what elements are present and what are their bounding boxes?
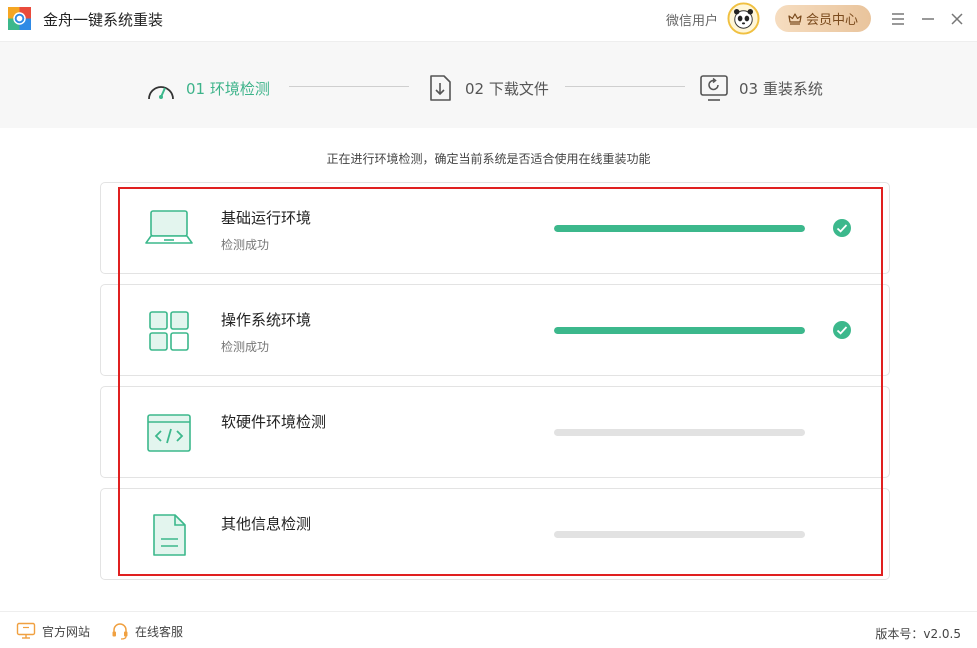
check-title: 操作系统环境 [221,311,312,329]
check-title: 基础运行环境 [221,209,312,227]
vip-center-label: 会员中心 [805,13,858,28]
footer: 官方网站 在线客服 版本号：v2.0.5 [0,611,977,648]
check-success-icon [833,219,851,237]
step-label: 03 重装系统 [739,79,823,98]
crown-icon [788,12,802,25]
close-icon[interactable] [947,9,967,29]
vip-center-button[interactable]: 会员中心 [775,5,871,32]
check-status: 检测成功 [221,340,270,354]
check-card-os-environment: 操作系统环境 检测成功 [100,284,890,376]
step-environment-check: 01 环境检测 [146,73,270,103]
check-progress-bar [554,225,805,232]
menu-icon[interactable] [888,9,908,29]
document-icon [153,514,186,556]
official-website-link[interactable]: 官方网站 [16,622,90,640]
check-progress-bar [554,531,805,538]
app-title: 金舟一键系统重装 [43,11,164,29]
monitor-icon [16,622,36,639]
online-support-link[interactable]: 在线客服 [111,622,183,640]
user-name[interactable]: 微信用户 [666,10,718,29]
app-logo-icon [8,7,31,30]
version-label: 版本号：v2.0.5 [875,627,961,641]
step-reinstall-system: 03 重装系统 [699,73,823,103]
windows-grid-icon [149,311,189,351]
step-label: 02 下载文件 [465,79,549,98]
reinstall-monitor-icon [700,75,728,101]
check-status: 检测成功 [221,238,270,252]
official-website-label: 官方网站 [42,624,91,639]
check-description: 正在进行环境检测，确定当前系统是否适合使用在线重装功能 [326,152,651,166]
download-file-icon [430,75,451,101]
check-title: 软硬件环境检测 [221,413,327,431]
title-bar: 金舟一键系统重装 微信用户 会员中心 [0,0,977,40]
gauge-icon [148,86,174,100]
check-title: 其他信息检测 [221,515,312,533]
avatar[interactable] [727,2,760,35]
minimize-icon[interactable] [918,9,938,29]
check-progress-bar [554,327,805,334]
check-card-basic-runtime: 基础运行环境 检测成功 [100,182,890,274]
headset-icon [112,623,128,640]
check-progress-bar [554,429,805,436]
online-support-label: 在线客服 [135,624,184,639]
check-success-icon [833,321,851,339]
step-connector [289,86,409,87]
progress-fill [554,327,805,334]
step-connector [565,86,685,87]
laptop-icon [145,210,193,244]
code-window-icon [147,414,191,452]
progress-fill [554,225,805,232]
step-label: 01 环境检测 [186,79,270,98]
progress-stepper: 01 环境检测 02 下载文件 03 重装系统 [0,41,977,128]
step-download-files: 02 下载文件 [425,73,549,103]
check-card-other-info: 其他信息检测 [100,488,890,580]
check-card-hardware-software: 软硬件环境检测 [100,386,890,478]
